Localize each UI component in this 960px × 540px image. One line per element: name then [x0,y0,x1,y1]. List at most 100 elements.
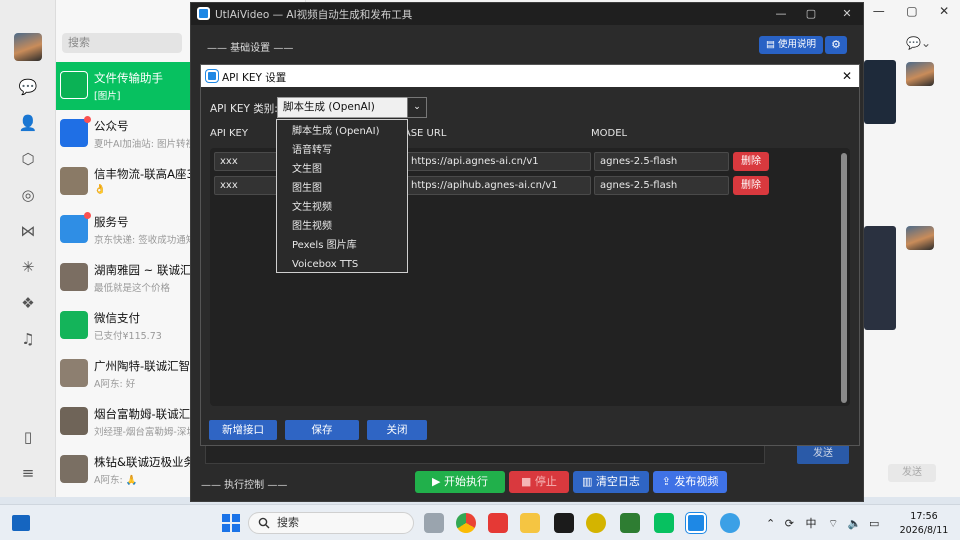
avatar [60,455,88,483]
sparkle-icon[interactable]: ✳ [17,256,39,278]
task-view-icon[interactable] [424,513,444,533]
column-header-model: MODEL [591,128,628,139]
base-url-field[interactable]: https://apihub.agnes-ai.cn/v1 [405,176,591,195]
utlaivideo-taskbar-icon[interactable] [686,513,706,533]
base-url-field[interactable]: https://api.agnes-ai.cn/v1 [405,152,591,171]
column-header-api-key: API KEY [210,128,248,139]
gear-icon: ⚙ [831,38,841,51]
clock-date[interactable]: 2026/8/11 [894,525,954,536]
unread-dot [84,212,91,219]
wechat-pay-icon [60,311,88,339]
official-account-icon [60,119,88,147]
wps-icon[interactable] [488,513,508,533]
dropdown-option[interactable]: 脚本生成 (OpenAI) [277,122,407,141]
chat-icon[interactable]: 💬 [17,76,39,98]
chrome-icon[interactable] [456,513,476,533]
publish-label: 发布视频 [674,475,719,488]
type-label: API KEY 类别: [210,103,278,115]
avatar [60,407,88,435]
add-endpoint-button[interactable]: 新增接口 [209,420,277,440]
music-icon[interactable]: ♫ [17,328,39,350]
avatar[interactable] [14,33,42,61]
stop-button[interactable]: ■ 停止 [509,471,569,493]
maximize-icon[interactable]: ▢ [803,6,819,22]
avatar [60,263,88,291]
scrollbar[interactable] [841,153,847,403]
wifi-icon[interactable]: ⌔ [828,517,838,530]
chat-bubble-icon[interactable]: 💬⌄ [906,36,931,50]
minimize-icon[interactable]: — [773,6,789,22]
service-account-icon [60,215,88,243]
sync-icon[interactable]: ⟳ [785,517,794,530]
type-select[interactable]: 脚本生成 (OpenAI) [277,97,427,118]
search-input[interactable]: 搜索 [62,33,182,53]
trash-icon: ▥ [582,475,596,488]
unread-dot [84,116,91,123]
dropdown-option[interactable]: 文生视频 [277,198,407,217]
battery-icon[interactable]: ▭ [869,517,879,530]
send-button[interactable]: 发送 [797,444,849,464]
folder-icon[interactable] [520,513,540,533]
close-icon[interactable]: ✕ [839,68,855,84]
network-tool-icon[interactable] [620,513,640,533]
avatar [60,359,88,387]
dropdown-option[interactable]: Pexels 图片库 [277,236,407,255]
terminal-icon[interactable] [554,513,574,533]
dropdown-option[interactable]: Voicebox TTS [277,255,407,274]
delete-button[interactable]: 删除 [733,152,769,171]
menu-icon[interactable]: ≡ [17,462,39,484]
model-field[interactable]: agnes-2.5-flash [594,152,729,171]
moments-icon[interactable]: ◎ [17,184,39,206]
channels-icon[interactable]: ⋈ [17,220,39,242]
dialog-titlebar [201,65,859,87]
log-input[interactable] [205,444,765,464]
start-button[interactable]: ▶ 开始执行 [415,471,505,493]
windows-start-icon[interactable] [222,514,240,532]
globe-icon[interactable] [720,513,740,533]
chevron-down-icon[interactable]: ⌄ [407,97,427,118]
avatar [60,167,88,195]
close-icon[interactable]: ✕ [839,6,855,22]
book-icon: ▤ [765,39,778,50]
maximize-icon[interactable]: ▢ [906,4,917,22]
send-button[interactable]: 发送 [888,464,936,482]
usage-label: 使用说明 [777,39,816,50]
minimize-icon[interactable]: — [873,4,885,22]
box-icon[interactable]: ⬡ [17,148,39,170]
app-logo-icon [206,70,218,82]
search-icon [258,517,270,529]
input-language[interactable]: 中 [805,517,816,530]
wechat-icon[interactable] [654,513,674,533]
type-dropdown-menu: 脚本生成 (OpenAI) 语音转写 文生图 图生图 文生视频 图生视频 Pex… [276,119,408,273]
dropdown-option[interactable]: 语音转写 [277,141,407,160]
avatar [906,62,934,86]
close-button[interactable]: 关闭 [367,420,427,440]
clear-log-label: 清空日志 [595,475,640,488]
avatar [906,226,934,250]
app-icon[interactable] [586,513,606,533]
save-button[interactable]: 保存 [285,420,359,440]
chevron-up-icon[interactable]: ⌃ [766,517,775,530]
dropdown-option[interactable]: 文生图 [277,160,407,179]
settings-button[interactable]: ⚙ [825,36,847,54]
image-thumbnail[interactable] [864,60,896,124]
close-icon[interactable]: ✕ [939,4,949,22]
widgets-icon[interactable] [12,515,30,531]
clock-time[interactable]: 17:56 [894,511,954,522]
miniprogram-icon[interactable]: ❖ [17,292,39,314]
taskbar: 搜索 ⌃ ⟳ 中 ⌔ 🔈 ▭ 17:56 2026/8/11 [0,504,960,540]
section-exec-heading: —— 执行控制 —— [201,480,288,491]
contacts-icon[interactable]: 👤 [17,112,39,134]
publish-video-button[interactable]: ⇪ 发布视频 [653,471,727,493]
clear-log-button[interactable]: ▥ 清空日志 [573,471,649,493]
dropdown-option[interactable]: 图生视频 [277,217,407,236]
dropdown-option[interactable]: 图生图 [277,179,407,198]
section-basic-heading: —— 基础设置 —— [207,43,294,54]
usage-button[interactable]: ▤ 使用说明 [759,36,823,54]
model-field[interactable]: agnes-2.5-flash [594,176,729,195]
phone-icon[interactable]: ▯ [17,426,39,448]
image-thumbnail[interactable] [864,226,896,330]
speaker-icon[interactable]: 🔈 [848,517,862,530]
delete-button[interactable]: 删除 [733,176,769,195]
taskbar-search[interactable]: 搜索 [248,512,414,534]
